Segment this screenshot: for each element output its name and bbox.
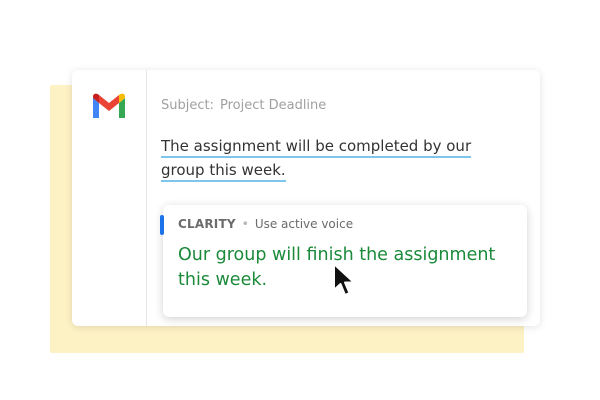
suggestion-hint: Use active voice xyxy=(254,217,354,231)
suggestion-accent xyxy=(160,215,164,235)
suggestion-card[interactable]: CLARITY • Use active voice Our group will … xyxy=(160,205,527,317)
side-rail xyxy=(72,70,147,326)
suggestion-header: CLARITY • Use active voice xyxy=(178,217,353,231)
suggestion-line-2: this week. xyxy=(178,270,268,290)
suggestion-separator: • xyxy=(241,217,249,231)
suggestion-category: CLARITY xyxy=(178,217,236,231)
body-line-1: The assignment will be completed by our xyxy=(161,137,472,158)
subject-label: Subject: xyxy=(161,98,214,113)
mouse-pointer-icon xyxy=(333,263,355,296)
body-line-2: group this week. xyxy=(161,161,286,182)
subject-line: Subject: Project Deadline xyxy=(161,98,326,113)
gmail-logo-icon xyxy=(93,93,125,118)
subject-value: Project Deadline xyxy=(219,98,327,113)
email-body[interactable]: The assignment will be completed by our … xyxy=(161,134,491,182)
stage: Subject: Project Deadline The assignment … xyxy=(0,0,600,400)
